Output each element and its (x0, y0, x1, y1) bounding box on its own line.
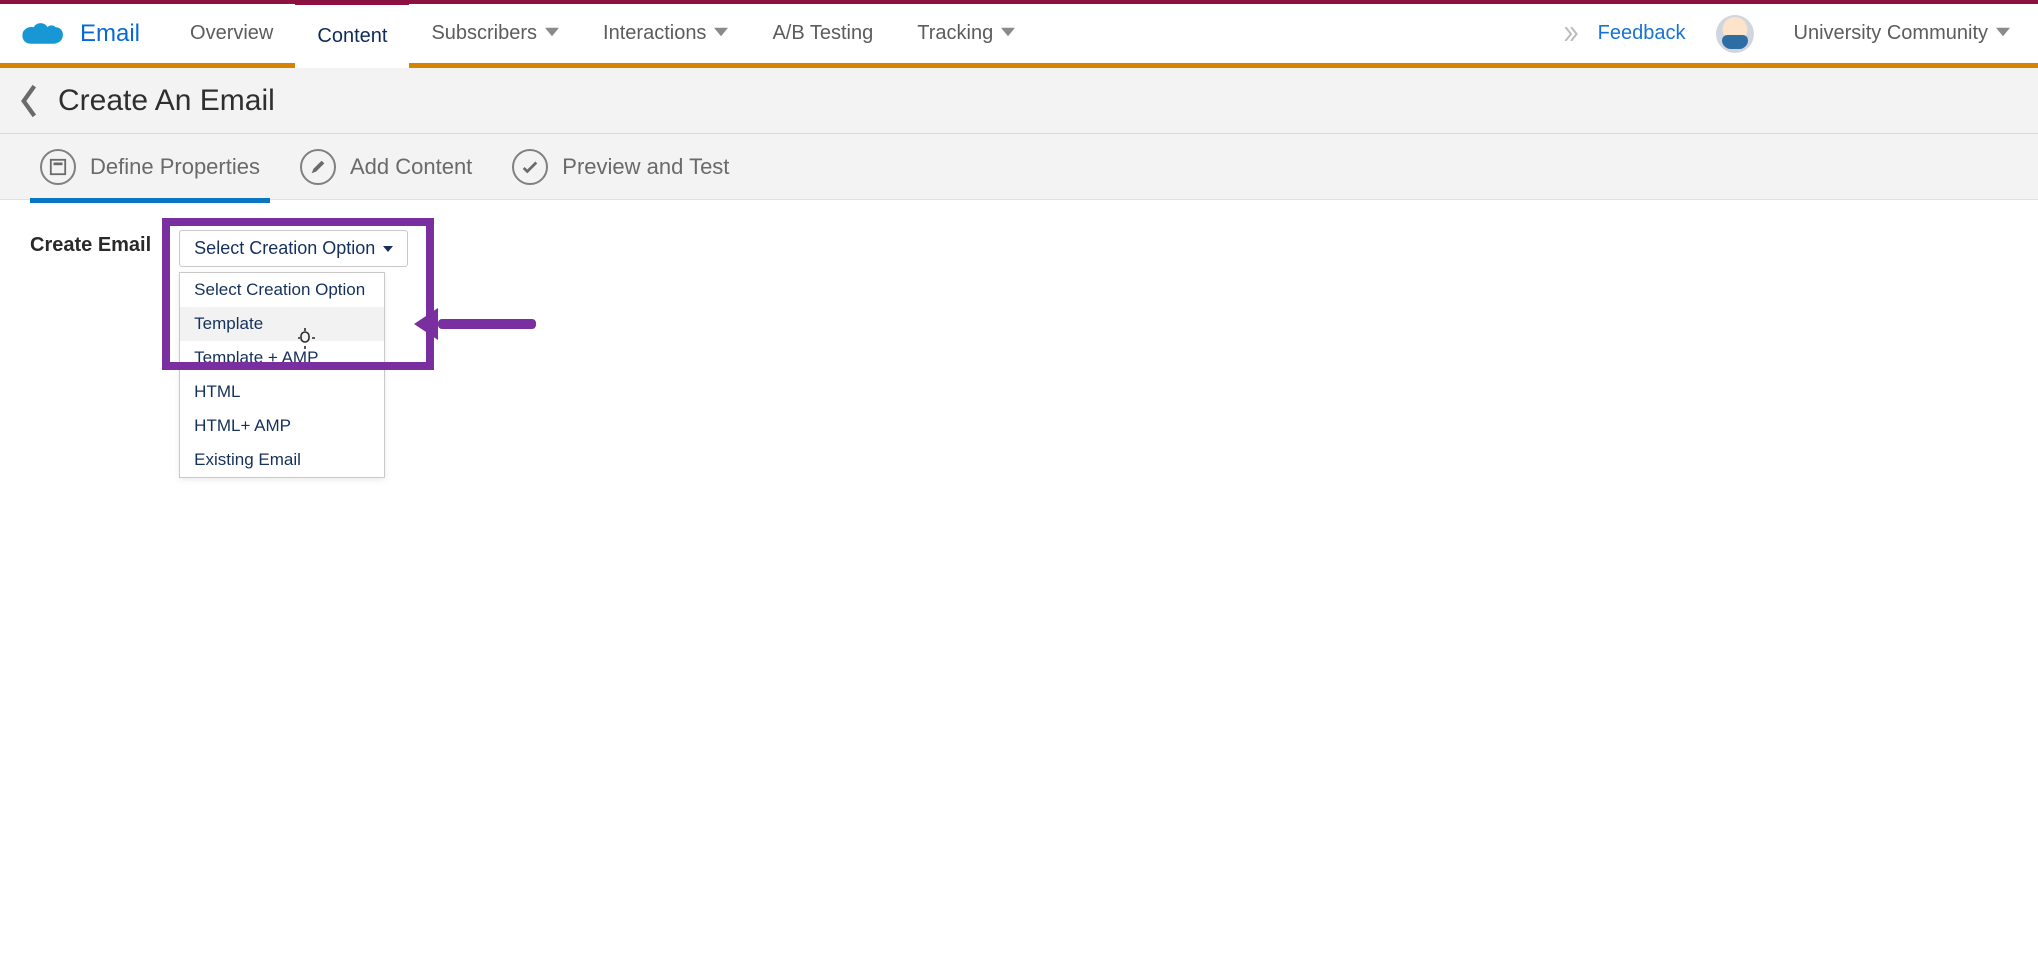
step-label: Define Properties (90, 154, 260, 180)
check-icon (512, 149, 548, 185)
step-define-properties[interactable]: Define Properties (40, 149, 260, 185)
step-preview-test[interactable]: Preview and Test (512, 149, 729, 185)
creation-option-dropdown: Select Creation Option Template Template… (179, 272, 385, 478)
annotation-arrow (414, 312, 536, 336)
workarea: Create Email Select Creation Option Sele… (0, 200, 2038, 297)
subheader: Create An Email (0, 68, 2038, 134)
nav-feedback-label: Feedback (1598, 22, 1686, 45)
page-title: Create An Email (58, 84, 275, 118)
nav-overview[interactable]: Overview (168, 4, 295, 63)
chevron-down-icon (714, 22, 728, 45)
option-html-amp[interactable]: HTML+ AMP (180, 409, 384, 443)
nav-interactions[interactable]: Interactions (581, 4, 750, 63)
salesforce-cloud-icon (20, 19, 64, 49)
properties-icon (40, 149, 76, 185)
creation-option-select[interactable]: Select Creation Option (179, 230, 408, 267)
step-add-content[interactable]: Add Content (300, 149, 472, 185)
nav-overview-label: Overview (190, 22, 273, 45)
option-template-amp[interactable]: Template + AMP (180, 341, 384, 375)
option-existing-email[interactable]: Existing Email (180, 443, 384, 477)
nav-subscribers[interactable]: Subscribers (409, 4, 581, 63)
step-label: Add Content (350, 154, 472, 180)
back-button[interactable] (18, 84, 58, 118)
chevron-down-icon (545, 22, 559, 45)
avatar[interactable] (1716, 15, 1754, 53)
nav-university-community[interactable]: University Community (1772, 4, 2038, 63)
brand-label: Email (80, 20, 140, 48)
caret-down-icon (383, 246, 393, 252)
nav-abtesting-label: A/B Testing (772, 22, 873, 45)
nav-subscribers-label: Subscribers (431, 22, 537, 45)
top-nav: Email Overview Content Subscribers Inter… (0, 4, 2038, 68)
option-select-creation-option[interactable]: Select Creation Option (180, 273, 384, 307)
option-template[interactable]: Template (180, 307, 384, 341)
nav-abtesting[interactable]: A/B Testing (750, 4, 895, 63)
chevron-down-icon (1996, 22, 2010, 45)
nav-univ-label: University Community (1794, 22, 1988, 45)
nav-tracking[interactable]: Tracking (895, 4, 1037, 63)
nav-interactions-label: Interactions (603, 22, 706, 45)
step-label: Preview and Test (562, 154, 729, 180)
nav-content[interactable]: Content (295, 0, 409, 68)
brand: Email (0, 4, 168, 63)
chevron-right-icon (1556, 4, 1586, 63)
nav-feedback[interactable]: Feedback (1586, 4, 1698, 63)
nav-content-label: Content (317, 25, 387, 48)
option-html[interactable]: HTML (180, 375, 384, 409)
create-email-label: Create Email (30, 234, 151, 257)
pencil-icon (300, 149, 336, 185)
chevron-down-icon (1001, 22, 1015, 45)
nav-tracking-label: Tracking (917, 22, 993, 45)
select-button-label: Select Creation Option (194, 238, 375, 259)
steps-bar: Define Properties Add Content Preview an… (0, 134, 2038, 200)
